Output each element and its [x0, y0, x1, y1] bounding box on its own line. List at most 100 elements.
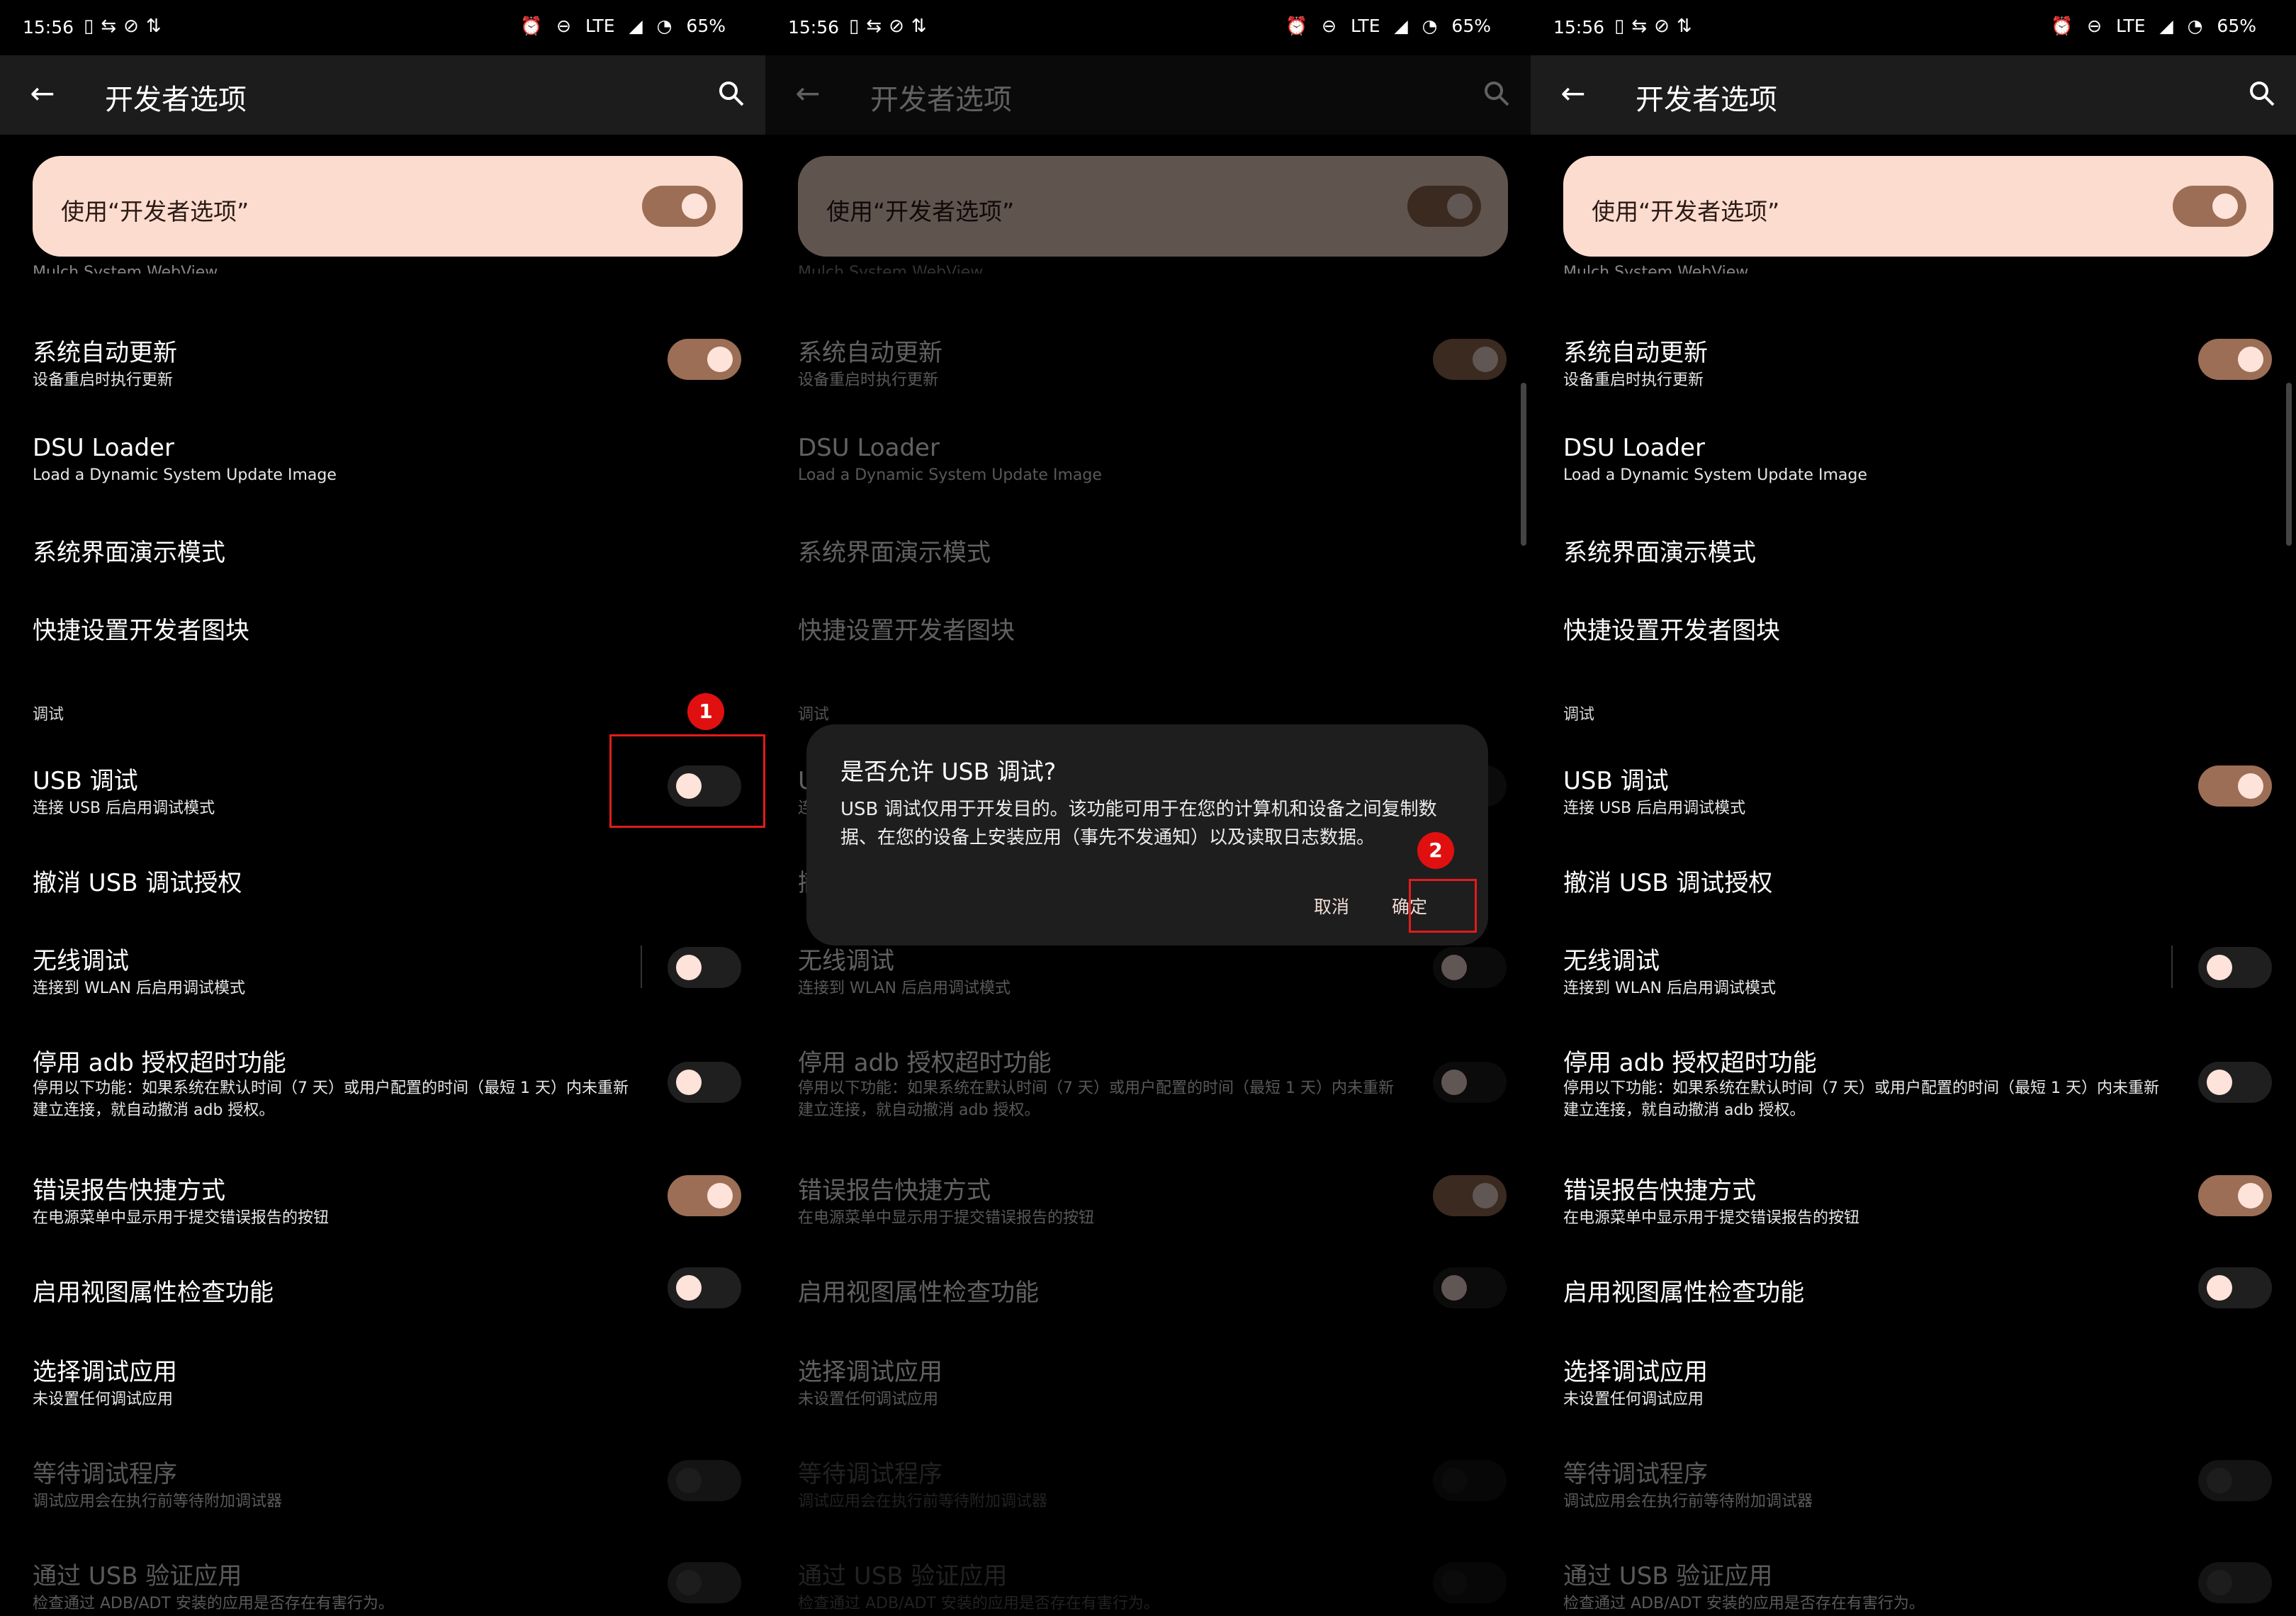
wireless-debug-subtitle: 连接到 WLAN 后启用调试模式 — [1563, 980, 1777, 997]
app-bar: ← 开发者选项 — [0, 55, 765, 135]
annotation-highlight-box — [609, 734, 765, 828]
wireless-debug-switch[interactable] — [668, 947, 741, 988]
auto-update-switch[interactable] — [668, 339, 741, 380]
wait-debugger-subtitle: 调试应用会在执行前等待附加调试器 — [1563, 1493, 1813, 1510]
master-toggle-switch[interactable] — [2173, 186, 2246, 227]
screen-panel-1: 15:56 ▯⇆⊘⇅ ⏰ ⊖ LTE ◢ ◔ 65% ← 开发者选项 使用“开发… — [0, 0, 765, 1616]
screen-panel-3: 15:56 ▯⇆⊘⇅ ⏰ ⊖ LTE ◢ ◔ 65% ← 开发者选项 使用“开发… — [1531, 0, 2296, 1616]
revoke-usb-title[interactable]: 撤消 USB 调试授权 — [33, 863, 242, 898]
quick-tiles-title[interactable]: 快捷设置开发者图块 — [33, 611, 249, 646]
quick-tiles-title[interactable]: 快捷设置开发者图块 — [1563, 611, 1780, 646]
usb-debug-title[interactable]: USB 调试 — [1563, 761, 1669, 796]
adb-timeout-title[interactable]: 停用 adb 授权超时功能 — [33, 1043, 286, 1078]
verify-usb-switch — [668, 1562, 741, 1603]
master-toggle-label: 使用“开发者选项” — [1592, 198, 1780, 225]
view-attr-title[interactable]: 启用视图属性检查功能 — [33, 1273, 274, 1308]
clipped-list-item: Mulch System WebView — [1563, 264, 1749, 274]
dialog-message: USB 调试仅用于开发目的。该功能可用于在您的计算机和设备之间复制数据、在您的设… — [840, 799, 1437, 848]
usb-debug-subtitle: 连接 USB 后启用调试模式 — [33, 799, 215, 817]
usb-debug-subtitle: 连接 USB 后启用调试模式 — [1563, 799, 1746, 817]
wireless-debug-subtitle: 连接到 WLAN 后启用调试模式 — [33, 980, 246, 997]
verify-usb-title: 通过 USB 验证应用 — [1563, 1562, 1773, 1590]
wireless-debug-title[interactable]: 无线调试 — [33, 941, 129, 976]
view-attr-switch[interactable] — [668, 1267, 741, 1308]
row-divider — [641, 946, 642, 988]
bugreport-title[interactable]: 错误报告快捷方式 — [1563, 1171, 1756, 1206]
demo-mode-title[interactable]: 系统界面演示模式 — [33, 533, 225, 568]
usb-debug-title[interactable]: USB 调试 — [33, 761, 138, 796]
select-debug-app-title[interactable]: 选择调试应用 — [33, 1352, 177, 1387]
alarm-icon: ⏰ — [2050, 16, 2073, 36]
revoke-usb-title[interactable]: 撤消 USB 调试授权 — [1563, 863, 1772, 898]
dsu-loader-subtitle: Load a Dynamic System Update Image — [1563, 466, 1867, 484]
alarm-icon: ⏰ — [1285, 16, 1308, 36]
select-debug-app-subtitle: 未设置任何调试应用 — [1563, 1391, 1704, 1408]
row-divider — [2171, 946, 2173, 988]
battery-level: 65% — [686, 16, 726, 36]
master-toggle-card[interactable]: 使用“开发者选项” — [33, 156, 743, 257]
bugreport-title[interactable]: 错误报告快捷方式 — [33, 1171, 225, 1206]
dnd-icon: ⊖ — [2087, 16, 2102, 36]
status-bar: 15:56 ▯⇆⊘⇅ ⏰ ⊖ LTE ◢ ◔ 65% — [0, 0, 765, 55]
status-bar: 15:56 ▯⇆⊘⇅ ⏰ ⊖ LTE ◢ ◔ 65% — [1531, 0, 2296, 55]
battery-icon: ◔ — [656, 16, 673, 36]
back-arrow-icon[interactable]: ← — [1556, 77, 1590, 111]
status-right: ⏰ ⊖ LTE ◢ ◔ 65% — [1277, 16, 1491, 37]
demo-mode-title[interactable]: 系统界面演示模式 — [1563, 533, 1756, 568]
page-title: 开发者选项 — [105, 84, 247, 116]
auto-update-title[interactable]: 系统自动更新 — [33, 333, 177, 368]
auto-update-subtitle: 设备重启时执行更新 — [1563, 371, 1704, 389]
battery-icon: ◔ — [1422, 16, 1438, 36]
page-title: 开发者选项 — [1636, 84, 1777, 116]
battery-level: 65% — [2217, 16, 2256, 36]
auto-update-title[interactable]: 系统自动更新 — [1563, 333, 1708, 368]
network-label: LTE — [585, 16, 615, 36]
usb-debug-switch[interactable] — [2198, 765, 2272, 807]
bugreport-subtitle: 在电源菜单中显示用于提交错误报告的按钮 — [1563, 1209, 1860, 1227]
adb-timeout-subtitle: 停用以下功能：如果系统在默认时间（7 天）或用户配置的时间（最短 1 天）内未重… — [1563, 1079, 2159, 1119]
usb-debug-confirm-dialog: 是否允许 USB 调试? USB 调试仅用于开发目的。该功能可用于在您的计算机和… — [806, 724, 1488, 946]
wireless-debug-title[interactable]: 无线调试 — [1563, 941, 1660, 976]
verify-usb-subtitle: 检查通过 ADB/ADT 安装的应用是否存在有害行为。 — [33, 1595, 394, 1612]
wait-debugger-title: 等待调试程序 — [33, 1460, 177, 1488]
adb-timeout-switch[interactable] — [2198, 1062, 2272, 1103]
adb-timeout-subtitle: 停用以下功能：如果系统在默认时间（7 天）或用户配置的时间（最短 1 天）内未重… — [33, 1079, 629, 1119]
select-debug-app-title[interactable]: 选择调试应用 — [1563, 1352, 1708, 1387]
scrollbar[interactable] — [1521, 383, 1526, 546]
battery-icon: ◔ — [2187, 16, 2203, 36]
status-right: ⏰ ⊖ LTE ◢ ◔ 65% — [2042, 16, 2256, 37]
dsu-loader-subtitle: Load a Dynamic System Update Image — [33, 466, 337, 484]
search-icon[interactable] — [716, 78, 747, 109]
status-time: 15:56 — [1553, 17, 1605, 38]
adb-timeout-switch[interactable] — [668, 1062, 741, 1103]
screen-panel-2: 15:56 ▯⇆⊘⇅ ⏰ ⊖ LTE ◢ ◔ 65% ← 开发者选项 使用“开发… — [765, 0, 1531, 1616]
view-attr-switch[interactable] — [2198, 1267, 2272, 1308]
signal-icon: ◢ — [629, 16, 643, 36]
wait-debugger-switch — [2198, 1460, 2272, 1501]
dialog-cancel-button[interactable]: 取消 — [1314, 893, 1349, 919]
adb-timeout-title[interactable]: 停用 adb 授权超时功能 — [1563, 1043, 1817, 1078]
verify-usb-subtitle: 检查通过 ADB/ADT 安装的应用是否存在有害行为。 — [1563, 1595, 1925, 1612]
view-attr-title[interactable]: 启用视图属性检查功能 — [1563, 1273, 1804, 1308]
master-toggle-switch[interactable] — [642, 186, 716, 227]
verify-usb-switch — [2198, 1562, 2272, 1603]
dialog-title: 是否允许 USB 调试? — [840, 758, 1057, 785]
dsu-loader-title[interactable]: DSU Loader — [1563, 434, 1705, 462]
annotation-badge-2: 2 — [1417, 832, 1454, 869]
search-icon[interactable] — [2246, 78, 2278, 109]
dsu-loader-title[interactable]: DSU Loader — [33, 434, 174, 462]
back-arrow-icon[interactable]: ← — [26, 77, 60, 111]
auto-update-switch[interactable] — [2198, 339, 2272, 380]
app-bar: ← 开发者选项 — [1531, 55, 2296, 135]
bugreport-subtitle: 在电源菜单中显示用于提交错误报告的按钮 — [33, 1209, 330, 1227]
dnd-icon: ⊖ — [1322, 16, 1336, 36]
scrollbar[interactable] — [2286, 383, 2292, 546]
master-toggle-card[interactable]: 使用“开发者选项” — [1563, 156, 2273, 257]
wait-debugger-switch — [668, 1460, 741, 1501]
wireless-debug-switch[interactable] — [2198, 947, 2272, 988]
verify-usb-title: 通过 USB 验证应用 — [33, 1562, 242, 1590]
auto-update-subtitle: 设备重启时执行更新 — [33, 371, 174, 389]
bugreport-switch[interactable] — [2198, 1175, 2272, 1216]
bugreport-switch[interactable] — [668, 1175, 741, 1216]
notification-icons: ▯⇆⊘⇅ — [84, 16, 169, 37]
